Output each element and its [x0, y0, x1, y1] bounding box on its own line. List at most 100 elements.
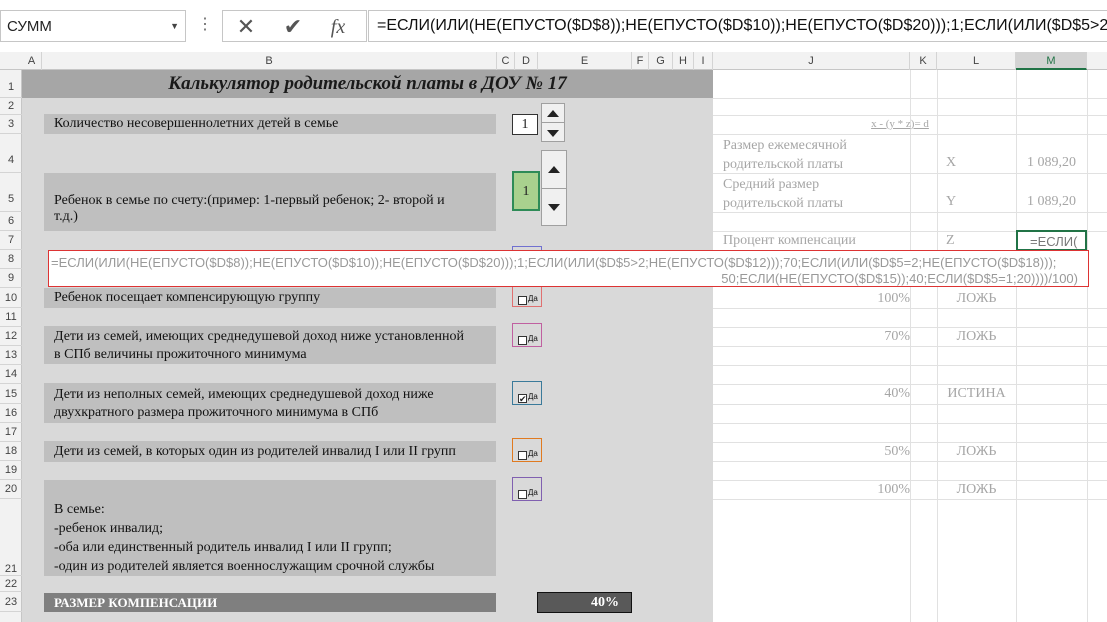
row-header[interactable]: 17	[0, 423, 22, 442]
column-header-i[interactable]: I	[694, 52, 713, 70]
gridline	[713, 98, 1107, 99]
column-header-e[interactable]: E	[538, 52, 632, 70]
x-value: 1 089,20	[1027, 155, 1076, 170]
row-header[interactable]: 12	[0, 327, 22, 346]
row-header[interactable]: 3	[0, 115, 22, 134]
active-cell-m7[interactable]: =ЕСЛИ(	[1016, 230, 1087, 251]
label-text: Дети из семей, в которых один из родител…	[54, 444, 456, 459]
var-y: Y	[946, 194, 957, 209]
row-header[interactable]: 19	[0, 461, 22, 480]
check-icon[interactable]: ✔	[518, 394, 527, 404]
row-header[interactable]: 22	[0, 576, 22, 592]
row-header[interactable]: 5	[0, 173, 22, 212]
cell-edit-overflow[interactable]: =ЕСЛИ(ИЛИ(НЕ(ЕПУСТО($D$8));НЕ(ЕПУСТО($D$…	[48, 250, 1089, 287]
gridline	[713, 115, 1107, 116]
checkbox-box[interactable]	[518, 451, 527, 460]
checkbox-family[interactable]: Да	[512, 477, 542, 501]
pct-row10: 100%	[877, 291, 910, 306]
row-header[interactable]: 14	[0, 365, 22, 384]
label-text: родительской платы	[723, 157, 844, 172]
enter-icon[interactable]: ✔	[278, 13, 308, 41]
gridline	[713, 308, 1107, 309]
checkbox-box[interactable]	[518, 296, 527, 305]
child-order-spinner[interactable]	[541, 150, 567, 226]
bool-row20: ЛОЖЬ	[956, 482, 997, 497]
row-header[interactable]: 7	[0, 231, 22, 250]
checkbox-label: Да	[528, 392, 538, 401]
arrow-up-icon	[548, 166, 560, 173]
gridline	[713, 461, 1107, 462]
checkbox-parent-disabled[interactable]: Да	[512, 438, 542, 462]
spin-up-button[interactable]	[542, 104, 564, 123]
row-header[interactable]: 16	[0, 404, 22, 423]
pct-row18: 50%	[884, 444, 910, 459]
checkbox-single-parent[interactable]: ✔ Да	[512, 381, 542, 405]
edit-line-1: =ЕСЛИ(ИЛИ(НЕ(ЕПУСТО($D$8));НЕ(ЕПУСТО($D$…	[51, 255, 1057, 270]
label-text: -один из родителей является военнослужащ…	[54, 559, 435, 574]
row-header[interactable]: 20	[0, 480, 22, 499]
child-order-value[interactable]: 1	[512, 171, 540, 211]
label-text: Размер ежемесячной	[723, 138, 847, 153]
label-low-income: Дети из семей, имеющих среднедушевой дох…	[44, 326, 496, 364]
row-header[interactable]: 8	[0, 250, 22, 269]
column-header-f[interactable]: F	[632, 52, 649, 70]
label-text: в СПб величины прожиточного минимума	[54, 347, 307, 362]
row-header[interactable]: 11	[0, 308, 22, 327]
bool-row10: ЛОЖЬ	[956, 291, 997, 306]
name-box[interactable]: СУММ ▼	[0, 10, 186, 42]
var-z: Z	[946, 233, 955, 248]
more-options-icon[interactable]: ⋮	[197, 14, 213, 34]
row-header[interactable]: 10	[0, 288, 22, 308]
chevron-down-icon[interactable]: ▼	[170, 21, 179, 31]
label-text: РАЗМЕР КОМПЕНСАЦИИ	[54, 595, 218, 610]
name-box-value: СУММ	[7, 18, 52, 35]
formula-input[interactable]: =ЕСЛИ(ИЛИ(НЕ(ЕПУСТО($D$8));НЕ(ЕПУСТО($D$…	[368, 10, 1107, 42]
label-text: Дети из неполных семей, имеющих среднеду…	[54, 387, 434, 402]
checkbox-box[interactable]	[518, 490, 527, 499]
checkbox-label: Да	[528, 488, 538, 497]
label-compensation: РАЗМЕР КОМПЕНСАЦИИ	[44, 593, 496, 612]
insert-function-icon[interactable]: fx	[323, 13, 353, 41]
spin-up-button[interactable]	[542, 151, 566, 189]
column-header-a[interactable]: A	[22, 52, 42, 70]
arrow-down-icon[interactable]	[547, 130, 559, 137]
avg-fee-label: Средний размер родительской платы	[723, 175, 843, 213]
row-header[interactable]: 23	[0, 592, 22, 612]
percent-label: Процент компенсации	[723, 233, 856, 248]
row-header[interactable]: 9	[0, 269, 22, 288]
arrow-down-icon[interactable]	[548, 204, 560, 211]
row-header[interactable]: 15	[0, 384, 22, 404]
gridline	[713, 499, 1107, 500]
row-header[interactable]: 2	[0, 98, 22, 115]
column-header-j[interactable]: J	[713, 52, 910, 70]
column-header-b[interactable]: B	[42, 52, 497, 70]
row-header[interactable]: 21	[0, 499, 22, 576]
children-count-spinner[interactable]	[541, 103, 565, 142]
column-header-m[interactable]: M	[1016, 52, 1087, 70]
cancel-icon[interactable]: ✕	[231, 13, 261, 41]
bool-row18: ЛОЖЬ	[956, 444, 997, 459]
checkbox-label: Да	[528, 334, 538, 343]
label-text: -оба или единственный родитель инвалид I…	[54, 540, 392, 555]
children-count-value: 1	[512, 114, 538, 135]
checkbox-label: Да	[528, 294, 538, 303]
label-text: родительской платы	[723, 196, 844, 211]
column-header-k[interactable]: K	[910, 52, 937, 70]
y-value: 1 089,20	[1027, 194, 1076, 209]
row-header[interactable]: 4	[0, 134, 22, 173]
column-header-h[interactable]: H	[673, 52, 694, 70]
column-header-l[interactable]: L	[937, 52, 1016, 70]
row-headers: 1 2 3 4 5 6 7 8 9 10 11 12 13 14 15 16 1…	[0, 70, 22, 622]
column-header-d[interactable]: D	[515, 52, 538, 70]
row-header[interactable]: 6	[0, 212, 22, 231]
row-header[interactable]: 1	[0, 70, 22, 98]
column-header-c[interactable]: C	[497, 52, 515, 70]
column-header-g[interactable]: G	[649, 52, 673, 70]
checkbox-box[interactable]	[518, 336, 527, 345]
page-title: Калькулятор родительской платы в ДОУ № 1…	[168, 73, 567, 94]
row-header[interactable]: 13	[0, 346, 22, 365]
checkbox-low-income[interactable]: Да	[512, 323, 542, 347]
column-headers: A B C D E F G H I J K L M	[0, 52, 1107, 70]
var-x: X	[946, 155, 957, 170]
row-header[interactable]: 18	[0, 442, 22, 461]
